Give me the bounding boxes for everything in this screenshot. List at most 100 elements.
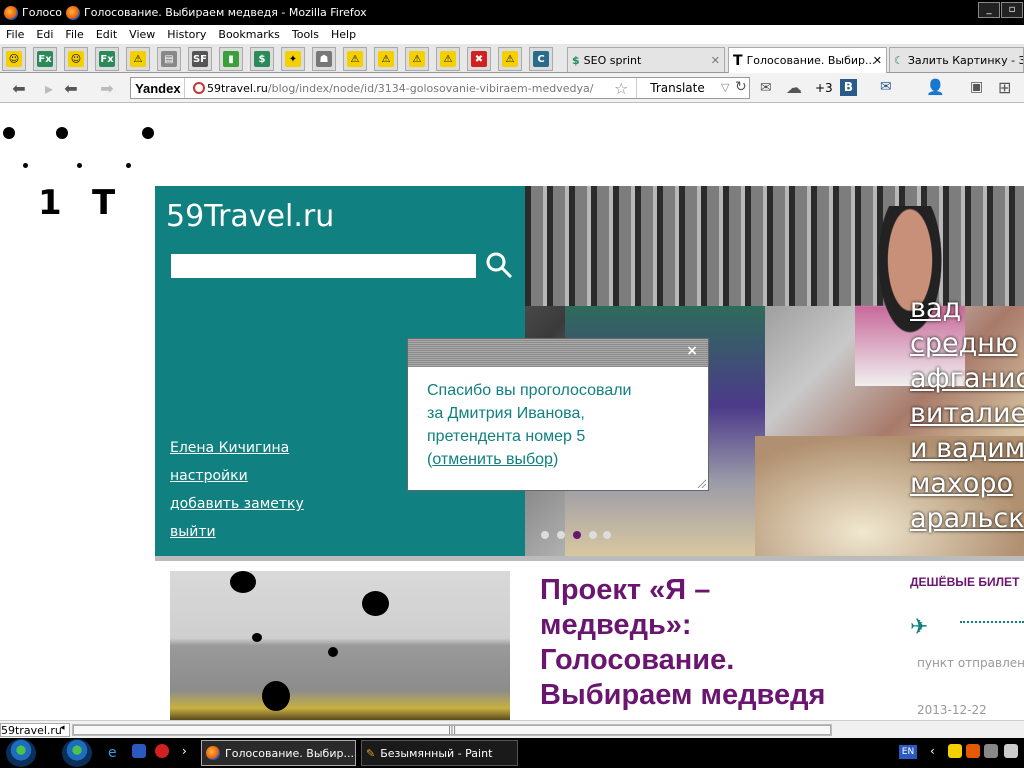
tray-volume-icon[interactable] [1004,744,1018,758]
slide-dot-active[interactable] [573,531,581,539]
slide-caption-line[interactable]: и вадим [910,432,1024,466]
scroll-left-icon[interactable]: ◂ [60,723,65,733]
language-indicator[interactable]: EN [899,745,917,759]
pinned-tab[interactable]: ⚠ [436,47,460,71]
window-icon[interactable]: ▣ [970,79,983,95]
menu-bookmarks[interactable]: Bookmarks [218,28,279,41]
menu-tools[interactable]: Tools [292,28,319,41]
pinned-tab[interactable]: Fx [95,47,119,71]
departure-field-label[interactable]: пункт отправлен [917,656,1024,670]
temperature-badge[interactable]: +3 [815,81,833,95]
slide-caption-line[interactable]: афганис [910,362,1024,396]
cheap-tickets-title[interactable]: ДЕШЁВЫЕ БИЛЕТ [910,575,1019,589]
slide-caption-line[interactable]: средню [910,327,1018,361]
menu-edit-short[interactable]: Edi [36,28,53,41]
pinned-tab[interactable]: ▮ [219,47,243,71]
forward-arrow-icon[interactable]: ➡ [96,79,118,98]
settings-link[interactable]: настройки [170,468,248,484]
dollar-icon: $ [254,51,270,67]
tray-app-icon[interactable] [948,744,962,758]
tab-zalit-kartinku[interactable]: ☾ Залить Картинку - З... [889,47,1024,72]
start-button-icon[interactable] [6,739,36,767]
pinned-tab[interactable]: ☗ [312,47,336,71]
yandex-search-button[interactable]: YYandex [131,78,185,98]
article-headline[interactable]: Проект «Я – медведь»: Голосование. Выбир… [540,573,860,713]
ie-icon[interactable]: e [108,745,117,761]
scroll-track[interactable]: ||| [72,724,832,736]
pinned-tab[interactable]: ⚠ [498,47,522,71]
date-field[interactable]: 2013-12-22 [917,703,987,717]
weather-cloud-icon[interactable]: ☁ [786,78,802,97]
slide-caption-line[interactable]: аральск [910,502,1024,536]
tray-network-icon[interactable] [984,744,998,758]
tray-app-icon[interactable] [966,744,980,758]
user-profile-link[interactable]: Елена Кичигина [170,440,289,456]
taskbar-item-firefox[interactable]: Голосование. Выбир... [201,740,356,766]
close-tab-icon[interactable]: ✕ [873,54,882,67]
pinned-tab[interactable]: ⚠ [343,47,367,71]
slide-caption-line[interactable]: махоро [910,467,1013,501]
close-tab-icon[interactable]: ✕ [711,54,720,67]
pinned-tab[interactable]: $ [250,47,274,71]
site-search-input[interactable] [171,254,476,278]
pinned-tab[interactable]: C [529,47,553,71]
restore-icon[interactable]: ▫ [1001,2,1023,18]
pinned-tab[interactable]: ⚠ [374,47,398,71]
search-icon[interactable] [485,251,513,279]
site-identity-icon[interactable] [193,82,205,94]
add-note-link[interactable]: добавить заметку [170,496,304,512]
app-icon[interactable] [132,744,146,758]
pinned-tab[interactable]: Fx [33,47,57,71]
scroll-thumb[interactable]: ||| [73,725,831,735]
slide-caption-line[interactable]: вад [910,292,961,326]
slide-dot[interactable] [541,531,549,539]
slide-caption-line[interactable]: виталие [910,397,1024,431]
menu-file-2[interactable]: File [65,28,83,41]
star-bookmark-icon[interactable]: ☆ [614,79,628,98]
pinned-tab[interactable]: ✦ [281,47,305,71]
pinned-tab[interactable]: ⚠ [405,47,429,71]
pinned-tab[interactable]: ▤ [157,47,181,71]
slide-dot[interactable] [603,531,611,539]
menu-help[interactable]: Help [331,28,356,41]
mail-icon[interactable]: ✉ [760,80,772,96]
translate-button[interactable]: Translate [636,78,718,98]
pinned-tab[interactable]: SF [188,47,212,71]
chevron-right-icon[interactable]: › [182,744,187,758]
back-arrow-icon[interactable]: ⬅ [8,79,30,98]
tab-golosovanie[interactable]: T Голосование. Выбир... ✕ [728,47,887,73]
reload-icon[interactable]: ↻ [735,79,747,95]
tray-expand-icon[interactable]: ‹ [930,744,935,758]
back-arrow-icon[interactable]: ⬅ [60,79,82,98]
pinned-tab[interactable]: ☺ [64,47,88,71]
address-bar[interactable]: YYandex 59travel.ru/blog/index/node/id/3… [130,77,750,99]
taskbar-item-paint[interactable]: ✎ Безымянный - Paint [361,740,518,766]
resize-grip-icon[interactable] [696,478,706,488]
site-name[interactable]: 59Travel.ru [166,199,334,234]
menu-view[interactable]: View [129,28,155,41]
opera-icon[interactable] [155,744,169,758]
menu-file[interactable]: File [6,28,24,41]
tab-seo-sprint[interactable]: $ SEO sprint ✕ [567,47,725,72]
menu-history[interactable]: History [167,28,206,41]
slide-dot[interactable] [557,531,565,539]
minimize-icon[interactable]: _ [978,2,1000,18]
url-path: /blog/index/node/id/3134-golosovanie-vib… [267,81,594,95]
pinned-tab[interactable]: ⚠ [126,47,150,71]
envelope-icon[interactable]: ✉ [880,79,892,95]
menu-edit[interactable]: Edit [96,28,117,41]
user-icon[interactable]: 👤 [926,78,945,96]
cancel-vote-link[interactable]: отменить выбор [432,451,553,468]
slide-dot[interactable] [589,531,597,539]
url-text[interactable]: 59travel.ru/blog/index/node/id/3134-golo… [207,82,593,95]
close-icon[interactable]: × [686,343,698,359]
logout-link[interactable]: выйти [170,524,216,540]
pinned-tab[interactable]: ☺ [2,47,26,71]
article-thumbnail[interactable] [170,571,510,720]
dropdown-arrow-icon[interactable]: ▽ [721,81,729,94]
start-orb-icon[interactable] [62,739,92,767]
menu-icon[interactable]: ⊞ [998,78,1011,97]
vk-icon[interactable]: В [840,79,857,96]
pinned-tab[interactable]: ✖ [467,47,491,71]
window-title: Голосование. Выбираем медведя - Mozilla … [83,6,367,19]
